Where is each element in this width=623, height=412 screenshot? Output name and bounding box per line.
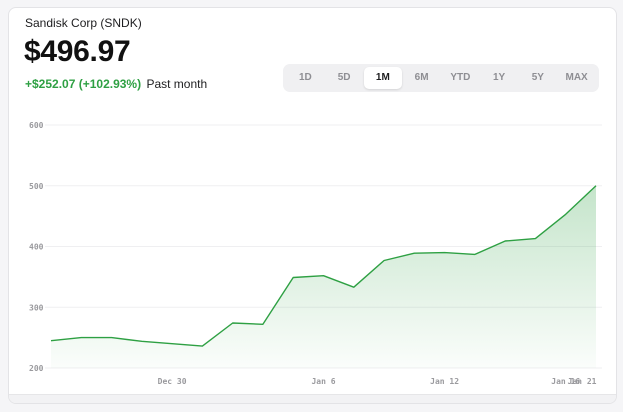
x-tick-label: Jan 21: [568, 377, 597, 386]
y-tick-label: 600: [29, 121, 44, 130]
y-tick-label: 200: [29, 364, 44, 373]
x-tick-label: Dec 30: [158, 377, 187, 386]
y-tick-label: 300: [29, 303, 44, 312]
x-tick-label: Jan 12: [430, 377, 459, 386]
price-chart: 600500400300200Dec 30 Jan 6 Jan 12 Jan 16Ja…: [29, 121, 602, 386]
y-tick-label: 500: [29, 182, 44, 191]
stock-card: Sandisk Corp (SNDK) $496.97 +$252.07 (+1…: [8, 7, 617, 404]
card-footer: [9, 394, 616, 403]
y-tick-label: 400: [29, 243, 44, 252]
x-tick-label: Jan 6: [311, 377, 335, 386]
